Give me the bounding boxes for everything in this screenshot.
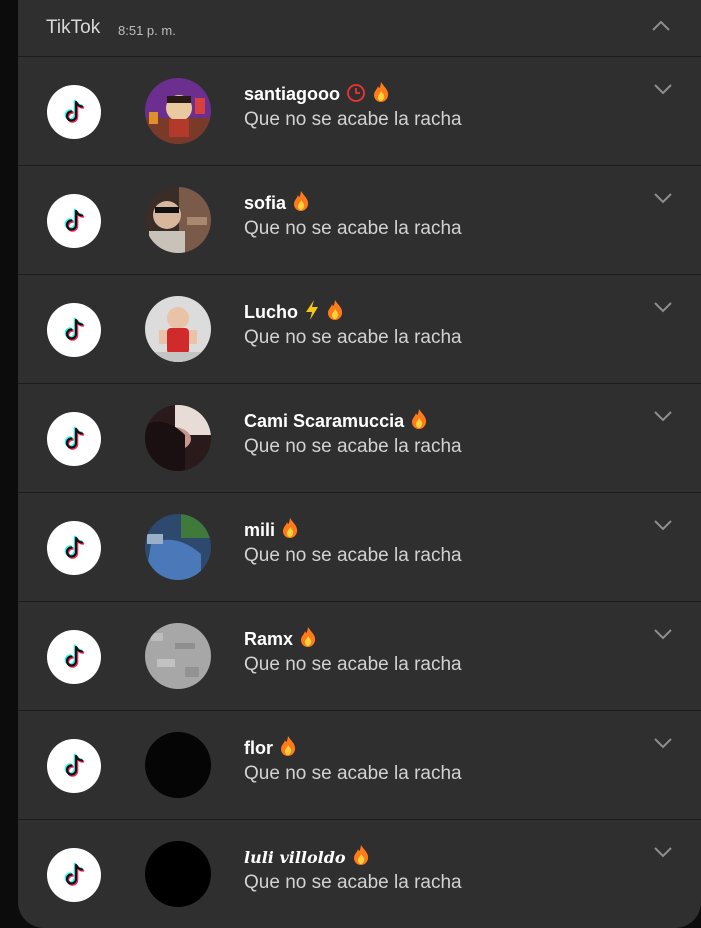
app-name: TikTok — [46, 17, 101, 38]
notification-item[interactable]: Lucho Que no se acabe la racha — [18, 274, 701, 384]
notification-message: Que no se acabe la racha — [244, 545, 462, 566]
expand-chevron-down-icon[interactable] — [652, 627, 674, 641]
expand-chevron-down-icon[interactable] — [652, 845, 674, 859]
collapse-chevron-up-icon[interactable] — [650, 18, 672, 34]
sender-name: flor — [244, 735, 297, 759]
avatar — [145, 296, 211, 362]
notification-message: Que no se acabe la racha — [244, 872, 462, 893]
notification-message: Que no se acabe la racha — [244, 763, 462, 784]
avatar — [145, 187, 211, 253]
avatar — [145, 405, 211, 471]
notification-time: 8:51 p. m. — [118, 23, 176, 38]
fire-icon — [279, 736, 297, 758]
expand-chevron-down-icon[interactable] — [652, 82, 674, 96]
notification-item[interactable]: sofia Que no se acabe la racha — [18, 165, 701, 275]
expand-chevron-down-icon[interactable] — [652, 518, 674, 532]
notification-group: TikTok 8:51 p. m. santiagooo Que no se a… — [18, 0, 701, 928]
notification-message: Que no se acabe la racha — [244, 327, 462, 348]
tiktok-app-icon — [47, 739, 101, 793]
notification-item[interactable]: luli villoldo Que no se acabe la racha — [18, 819, 701, 928]
notification-message: Que no se acabe la racha — [244, 654, 462, 675]
lightning-icon — [304, 300, 320, 322]
fire-icon — [281, 518, 299, 540]
notification-message: Que no se acabe la racha — [244, 436, 462, 457]
expand-chevron-down-icon[interactable] — [652, 300, 674, 314]
fire-icon — [299, 627, 317, 649]
avatar — [145, 623, 211, 689]
notification-message: Que no se acabe la racha — [244, 109, 462, 130]
sender-name: sofia — [244, 190, 310, 214]
avatar — [145, 514, 211, 580]
notification-item[interactable]: Cami Scaramuccia Que no se acabe la rach… — [18, 383, 701, 493]
notification-message: Que no se acabe la racha — [244, 218, 462, 239]
tiktok-app-icon — [47, 303, 101, 357]
notification-item[interactable]: flor Que no se acabe la racha — [18, 710, 701, 820]
expand-chevron-down-icon[interactable] — [652, 191, 674, 205]
tiktok-app-icon — [47, 85, 101, 139]
notification-group-header[interactable]: TikTok 8:51 p. m. — [18, 0, 701, 56]
notification-item[interactable]: mili Que no se acabe la racha — [18, 492, 701, 602]
sender-name: Ramx — [244, 626, 317, 650]
sender-name: Lucho — [244, 299, 344, 323]
tiktok-app-icon — [47, 630, 101, 684]
sender-name: luli villoldo — [244, 844, 370, 867]
sender-name: santiagooo — [244, 81, 390, 105]
tiktok-app-icon — [47, 521, 101, 575]
fire-icon — [372, 82, 390, 104]
sender-name: mili — [244, 517, 299, 541]
tiktok-app-icon — [47, 194, 101, 248]
fire-icon — [352, 845, 370, 867]
avatar — [145, 78, 211, 144]
fire-icon — [326, 300, 344, 322]
expand-chevron-down-icon[interactable] — [652, 736, 674, 750]
notification-item[interactable]: Ramx Que no se acabe la racha — [18, 601, 701, 711]
expand-chevron-down-icon[interactable] — [652, 409, 674, 423]
fire-icon — [292, 191, 310, 213]
notification-item[interactable]: santiagooo Que no se acabe la racha — [18, 56, 701, 166]
avatar — [145, 732, 211, 798]
fire-icon — [410, 409, 428, 431]
clock-icon — [346, 84, 366, 104]
tiktok-app-icon — [47, 412, 101, 466]
sender-name: Cami Scaramuccia — [244, 408, 428, 432]
avatar — [145, 841, 211, 907]
tiktok-app-icon — [47, 848, 101, 902]
